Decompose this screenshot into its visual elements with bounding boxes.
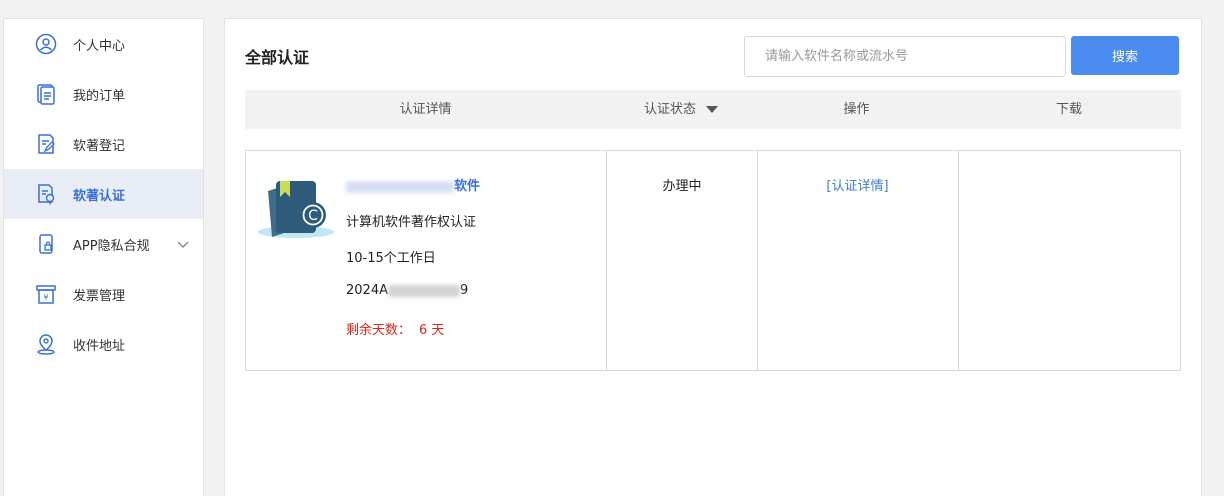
sidebar-item-copyright-register[interactable]: 软著登记 [4, 119, 203, 169]
sidebar-item-copyright-certify[interactable]: 软著认证 [4, 169, 203, 219]
sidebar-item-my-orders[interactable]: 我的订单 [4, 69, 203, 119]
sidebar-item-label: 发票管理 [73, 288, 126, 304]
table-header: 认证详情 认证状态 操作 下载 [245, 90, 1181, 129]
sidebar-item-label: 我的订单 [73, 88, 126, 104]
phone-lock-icon [34, 232, 58, 256]
view-details-link[interactable]: [认证详情] [757, 175, 958, 194]
redacted-text [387, 284, 460, 297]
status-text: 办理中 [662, 179, 702, 194]
location-icon [34, 332, 58, 356]
column-header-status-label: 认证状态 [643, 102, 696, 117]
search-button[interactable]: 搜索 [1071, 36, 1179, 75]
sidebar-item-personal-center[interactable]: 个人中心 [4, 19, 203, 69]
sidebar-item-label: 收件地址 [73, 338, 126, 354]
copyright-book-icon: C [258, 179, 336, 243]
sidebar-item-label: APP隐私合规 [73, 238, 150, 254]
column-header-status[interactable]: 认证状态 [606, 90, 756, 129]
column-header-action: 操作 [843, 102, 870, 117]
processing-duration: 10-15个工作日 [346, 251, 436, 266]
chevron-down-icon[interactable] [175, 236, 191, 252]
column-header-details: 认证详情 [399, 102, 452, 117]
user-circle-icon [34, 32, 58, 56]
invoice-icon: ¥ [34, 282, 58, 306]
table-row: C 软件 计算机软件著作权认证 10-15个工作日 2024A 9 剩余天数： 6 … [245, 150, 1181, 371]
sidebar: 个人中心 我的订单 软著登记 软著认证 APP隐私合规 ¥ 发票管理 收件地址 [3, 18, 204, 496]
svg-text:¥: ¥ [43, 293, 48, 302]
column-header-download: 下载 [1055, 102, 1082, 117]
sidebar-item-invoice[interactable]: ¥ 发票管理 [4, 269, 203, 319]
sidebar-item-address[interactable]: 收件地址 [4, 319, 203, 369]
remaining-days: 剩余天数： 6 天 [346, 323, 445, 338]
sidebar-item-label: 软著登记 [73, 138, 126, 154]
sidebar-item-app-privacy[interactable]: APP隐私合规 [4, 219, 203, 269]
certification-type: 计算机软件著作权认证 [346, 215, 477, 230]
serial-number: 2024A 9 [346, 283, 469, 298]
search-input[interactable] [744, 36, 1066, 77]
order-icon [34, 82, 58, 106]
caret-down-icon[interactable] [706, 106, 718, 113]
cell-divider [958, 151, 959, 370]
svg-text:C: C [308, 208, 318, 224]
software-name-link[interactable]: 软件 [346, 175, 480, 194]
sidebar-item-label: 软著认证 [73, 188, 126, 204]
main-panel: 全部认证 搜索 认证详情 认证状态 操作 下载 C 软件 [224, 18, 1202, 496]
certify-icon [34, 182, 58, 206]
page-title: 全部认证 [245, 48, 310, 67]
redacted-text [346, 180, 454, 193]
register-icon [34, 132, 58, 156]
sidebar-item-label: 个人中心 [73, 38, 126, 54]
